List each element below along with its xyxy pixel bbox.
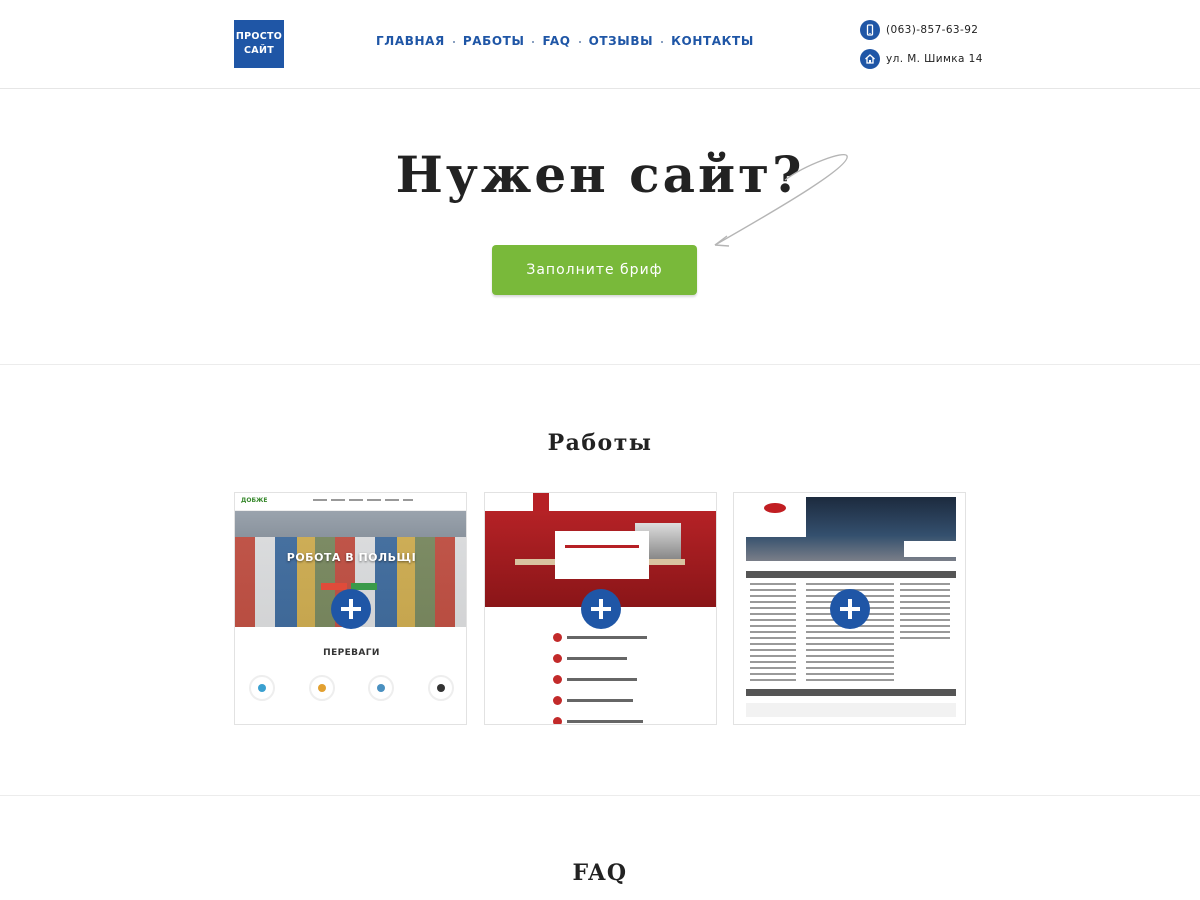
preview-panel-button [565, 545, 639, 548]
preview-faq-list [553, 633, 647, 724]
preview-subtitle: ПЕРЕВАГИ [323, 648, 380, 658]
preview-topbar [485, 493, 716, 511]
faq-title: FAQ [572, 860, 628, 886]
nav-separator [578, 41, 581, 43]
preview-feature-icons [249, 675, 454, 701]
nav-faq[interactable]: FAQ [542, 34, 570, 48]
preview-logo [533, 493, 549, 511]
site-logo[interactable]: ПРОСТО САЙТ [234, 20, 284, 68]
hand-drawn-arrow-icon [714, 154, 848, 247]
preview-panel [555, 531, 649, 579]
preview-nav [313, 499, 413, 501]
preview-footer [746, 703, 956, 717]
preview-topbar: ДОБЖЕ [235, 493, 466, 511]
plus-icon[interactable] [331, 589, 371, 629]
work-card-english-school[interactable] [484, 492, 717, 725]
preview-phone [904, 541, 956, 557]
hero-title: Нужен сайт? [395, 145, 805, 204]
nav-works[interactable]: РАБОТЫ [463, 34, 525, 48]
plus-icon[interactable] [581, 589, 621, 629]
nav-contacts[interactable]: КОНТАКТЫ [671, 34, 754, 48]
preview-services-column [900, 583, 950, 643]
preview-headline: РОБОТА В ПОЛЬЩІ [286, 551, 417, 564]
preview-logo [764, 503, 786, 513]
preview-brand: ДОБЖЕ [241, 497, 268, 504]
work-card-dobzhe[interactable]: ДОБЖЕ РОБОТА В ПОЛЬЩІ ПЕРЕВАГИ [234, 492, 467, 725]
address-contact: ул. М. Шимка 14 [860, 49, 983, 69]
phone-icon [860, 20, 880, 40]
preview-menu [746, 571, 956, 578]
work-card-meh-invest[interactable] [733, 492, 966, 725]
fill-brief-button[interactable]: Заполните бриф [492, 245, 697, 295]
plus-icon[interactable] [830, 589, 870, 629]
nav-home[interactable]: ГЛАВНАЯ [376, 34, 445, 48]
home-icon [860, 49, 880, 69]
works-section: Работы ДОБЖЕ РОБОТА В ПОЛЬЩІ ПЕРЕВАГИ [0, 366, 1200, 796]
main-nav: ГЛАВНАЯ РАБОТЫ FAQ ОТЗЫВЫ КОНТАКТЫ [376, 34, 754, 48]
preview-bottom-menu [746, 689, 956, 696]
preview-news-column [750, 583, 796, 683]
phone-contact[interactable]: (063)-857-63-92 [860, 20, 978, 40]
logo-line-1: ПРОСТО [235, 31, 283, 42]
site-header: ПРОСТО САЙТ ГЛАВНАЯ РАБОТЫ FAQ ОТЗЫВЫ КО… [0, 0, 1200, 89]
nav-separator [452, 41, 455, 43]
nav-separator [661, 41, 664, 43]
nav-separator [532, 41, 535, 43]
address-text: ул. М. Шимка 14 [886, 53, 983, 65]
phone-number: (063)-857-63-92 [886, 24, 979, 36]
nav-reviews[interactable]: ОТЗЫВЫ [589, 34, 654, 48]
works-title: Работы [547, 430, 653, 456]
logo-line-2: САЙТ [244, 45, 274, 56]
hero-section: Нужен сайт? Заполните бриф [0, 90, 1200, 365]
